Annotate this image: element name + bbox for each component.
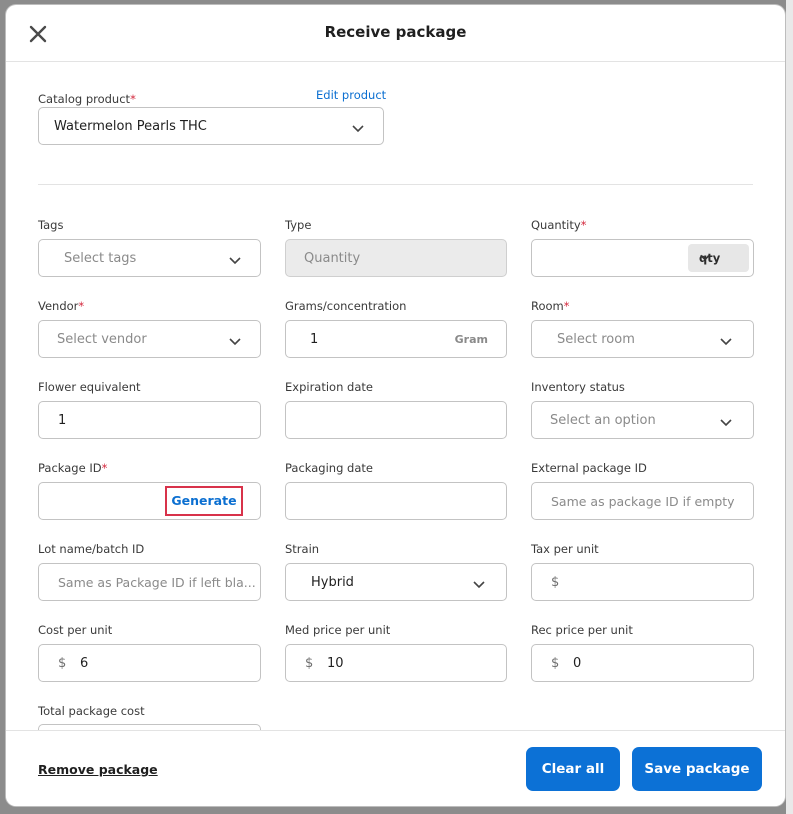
- grams-value: 1: [310, 332, 319, 347]
- cost-per-unit-input[interactable]: $ 6: [38, 644, 261, 682]
- required-mark: *: [130, 92, 136, 106]
- flower-equivalent-input[interactable]: 1: [38, 401, 261, 439]
- required-mark: *: [78, 299, 85, 313]
- room-select[interactable]: Select room: [531, 320, 754, 358]
- background-page: [786, 0, 793, 814]
- tax-per-unit-label: Tax per unit: [531, 542, 599, 556]
- modal-footer: Remove package Clear all Save package: [6, 730, 785, 806]
- package-id-input[interactable]: Generate: [38, 482, 261, 520]
- receive-package-modal: Receive package Catalog product* Edit pr…: [6, 5, 785, 806]
- grams-input[interactable]: 1 Gram: [285, 320, 507, 358]
- remove-package-link[interactable]: Remove package: [38, 762, 158, 777]
- grams-unit: Gram: [454, 333, 488, 346]
- save-package-button[interactable]: Save package: [632, 747, 762, 791]
- required-mark: *: [101, 461, 108, 475]
- catalog-product-value: Watermelon Pearls THC: [54, 119, 207, 134]
- med-price-input[interactable]: $ 10: [285, 644, 507, 682]
- total-package-cost-label: Total package cost: [38, 704, 145, 718]
- quantity-input[interactable]: qty: [531, 239, 754, 277]
- lot-name-input[interactable]: Same as Package ID if left bla...: [38, 563, 261, 601]
- chevron-down-icon: [699, 251, 711, 263]
- chevron-down-icon: [719, 333, 733, 347]
- tags-select[interactable]: Select tags: [38, 239, 261, 277]
- chevron-down-icon: [228, 333, 242, 347]
- inventory-status-label: Inventory status: [531, 380, 625, 394]
- quantity-label: Quantity*: [531, 218, 586, 232]
- currency-symbol: $: [551, 575, 560, 590]
- vendor-label: Vendor*: [38, 299, 84, 313]
- inventory-status-placeholder: Select an option: [550, 413, 656, 428]
- tags-placeholder: Select tags: [64, 251, 137, 266]
- edit-product-link[interactable]: Edit product: [316, 88, 386, 102]
- modal-title: Receive package: [324, 23, 467, 41]
- expiration-date-label: Expiration date: [285, 380, 373, 394]
- currency-symbol: $: [58, 656, 67, 671]
- external-package-id-placeholder: Same as package ID if empty: [551, 494, 735, 509]
- inventory-status-select[interactable]: Select an option: [531, 401, 754, 439]
- strain-select[interactable]: Hybrid: [285, 563, 507, 601]
- package-id-label: Package ID*: [38, 461, 107, 475]
- strain-label: Strain: [285, 542, 320, 556]
- type-label: Type: [285, 218, 312, 232]
- modal-header: Receive package: [6, 5, 785, 62]
- external-package-id-label: External package ID: [531, 461, 647, 475]
- package-id-label-text: Package ID: [38, 461, 102, 475]
- flower-equivalent-label: Flower equivalent: [38, 380, 141, 394]
- catalog-product-select[interactable]: Watermelon Pearls THC: [38, 107, 384, 145]
- vendor-label-text: Vendor: [38, 299, 79, 313]
- catalog-product-label-text: Catalog product: [38, 92, 131, 106]
- vendor-placeholder: Select vendor: [57, 332, 147, 347]
- generate-button[interactable]: Generate: [165, 486, 243, 516]
- external-package-id-input[interactable]: Same as package ID if empty: [531, 482, 754, 520]
- tax-per-unit-input[interactable]: $: [531, 563, 754, 601]
- chevron-down-icon: [351, 120, 365, 134]
- cost-per-unit-value: 6: [80, 656, 89, 671]
- room-label-text: Room: [531, 299, 564, 313]
- flower-equivalent-value: 1: [58, 413, 67, 428]
- type-value: Quantity: [304, 251, 361, 266]
- grams-label: Grams/concentration: [285, 299, 407, 313]
- med-price-value: 10: [327, 656, 344, 671]
- rec-price-input[interactable]: $ 0: [531, 644, 754, 682]
- chevron-down-icon: [472, 576, 486, 590]
- chevron-down-icon: [719, 414, 733, 428]
- clear-all-button[interactable]: Clear all: [526, 747, 620, 791]
- packaging-date-label: Packaging date: [285, 461, 373, 475]
- type-field: Quantity: [285, 239, 507, 277]
- rec-price-label: Rec price per unit: [531, 623, 633, 637]
- room-placeholder: Select room: [557, 332, 635, 347]
- packaging-date-input[interactable]: [285, 482, 507, 520]
- vendor-select[interactable]: Select vendor: [38, 320, 261, 358]
- lot-name-placeholder: Same as Package ID if left bla...: [58, 575, 256, 590]
- quantity-label-text: Quantity: [531, 218, 581, 232]
- lot-name-label: Lot name/batch ID: [38, 542, 145, 556]
- chevron-down-icon: [228, 252, 242, 266]
- med-price-label: Med price per unit: [285, 623, 391, 637]
- required-mark: *: [563, 299, 570, 313]
- quantity-unit-select[interactable]: qty: [688, 244, 749, 272]
- currency-symbol: $: [551, 656, 560, 671]
- modal-body: Catalog product* Edit product Watermelon…: [6, 62, 785, 730]
- expiration-date-input[interactable]: [285, 401, 507, 439]
- catalog-product-label: Catalog product*: [38, 92, 136, 106]
- room-label: Room*: [531, 299, 570, 313]
- required-mark: *: [580, 218, 587, 232]
- rec-price-value: 0: [573, 656, 582, 671]
- tags-label: Tags: [38, 218, 64, 232]
- section-divider: [38, 184, 753, 185]
- cost-per-unit-label: Cost per unit: [38, 623, 113, 637]
- currency-symbol: $: [305, 656, 314, 671]
- strain-value: Hybrid: [311, 575, 354, 590]
